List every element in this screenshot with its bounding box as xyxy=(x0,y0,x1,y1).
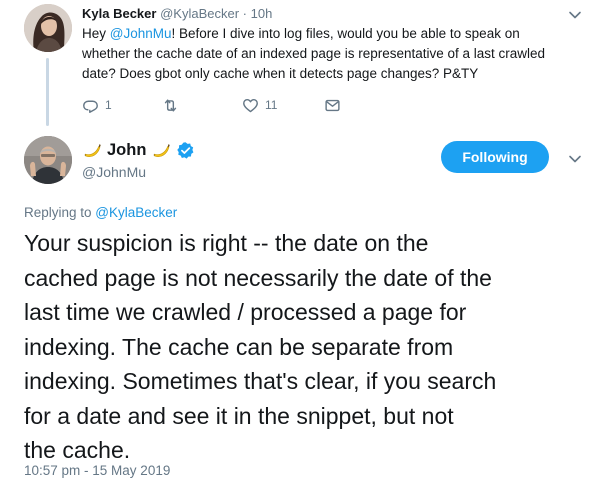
heart-icon xyxy=(242,97,259,114)
chevron-down-icon[interactable] xyxy=(568,8,582,22)
reply-text-line2: whether the cache date of an indexed pag… xyxy=(82,46,546,61)
reply-tweet-text: Hey @JohnMu! Before I dive into log file… xyxy=(82,24,582,84)
reply-text-line1: ! Before I dive into log files, would yo… xyxy=(171,26,520,41)
author-name[interactable]: John xyxy=(107,141,146,160)
author-handle[interactable]: @JohnMu xyxy=(82,164,146,180)
banana-emoji-icon xyxy=(82,140,102,160)
main-tweet: John @JohnMu Following Replying to @Kyla… xyxy=(0,126,616,487)
tweet-actions: 1 11 xyxy=(82,96,382,114)
direct-message-button[interactable] xyxy=(324,96,341,114)
like-count: 11 xyxy=(265,98,278,112)
separator-dot: · xyxy=(242,6,247,21)
tweet-text-line: for a date and see it in the snippet, bu… xyxy=(24,402,454,429)
tweet-text-line: indexing. The cache can be separate from xyxy=(24,333,454,360)
reply-count: 1 xyxy=(105,98,112,112)
tweet-text-line: cached page is not necessarily the date … xyxy=(24,264,492,291)
tweet-text-line: Your suspicion is right -- the date on t… xyxy=(24,230,429,256)
reply-icon xyxy=(82,97,99,114)
reply-header: Kyla Becker @KylaBecker · 10h xyxy=(82,6,272,21)
main-tweet-text: Your suspicion is right -- the date on t… xyxy=(24,226,614,468)
mention-link[interactable]: @JohnMu xyxy=(110,26,172,41)
retweet-icon xyxy=(162,97,179,114)
reply-text-prefix: Hey xyxy=(82,26,110,41)
tweet-time[interactable]: 10h xyxy=(251,6,273,21)
verified-badge-icon xyxy=(176,141,195,160)
reply-button[interactable]: 1 xyxy=(82,96,112,114)
tweet-text-line: last time we crawled / processed a page … xyxy=(24,299,467,325)
thread-connector xyxy=(46,58,49,126)
author-name-row[interactable]: John xyxy=(82,138,195,162)
chevron-down-icon[interactable] xyxy=(568,152,582,166)
avatar[interactable] xyxy=(24,136,72,184)
envelope-icon xyxy=(324,97,341,114)
reply-text-line3: date? Does gbot only cache when it detec… xyxy=(82,66,479,81)
like-button[interactable]: 11 xyxy=(242,96,277,114)
replying-to: Replying to @KylaBecker xyxy=(24,205,177,220)
banana-emoji-icon xyxy=(151,140,171,160)
reply-tweet[interactable]: Kyla Becker @KylaBecker · 10h Hey @JohnM… xyxy=(0,0,616,126)
following-button[interactable]: Following xyxy=(441,141,549,173)
tweet-text-line: indexing. Sometimes that's clear, if you… xyxy=(24,368,497,394)
author-name[interactable]: Kyla Becker xyxy=(82,6,156,21)
replying-prefix: Replying to xyxy=(24,205,96,220)
author-handle[interactable]: @KylaBecker xyxy=(160,6,239,21)
retweet-button[interactable] xyxy=(162,96,185,114)
avatar[interactable] xyxy=(24,4,72,52)
tweet-timestamp[interactable]: 10:57 pm - 15 May 2019 xyxy=(24,463,170,478)
replying-to-link[interactable]: @KylaBecker xyxy=(95,205,177,220)
